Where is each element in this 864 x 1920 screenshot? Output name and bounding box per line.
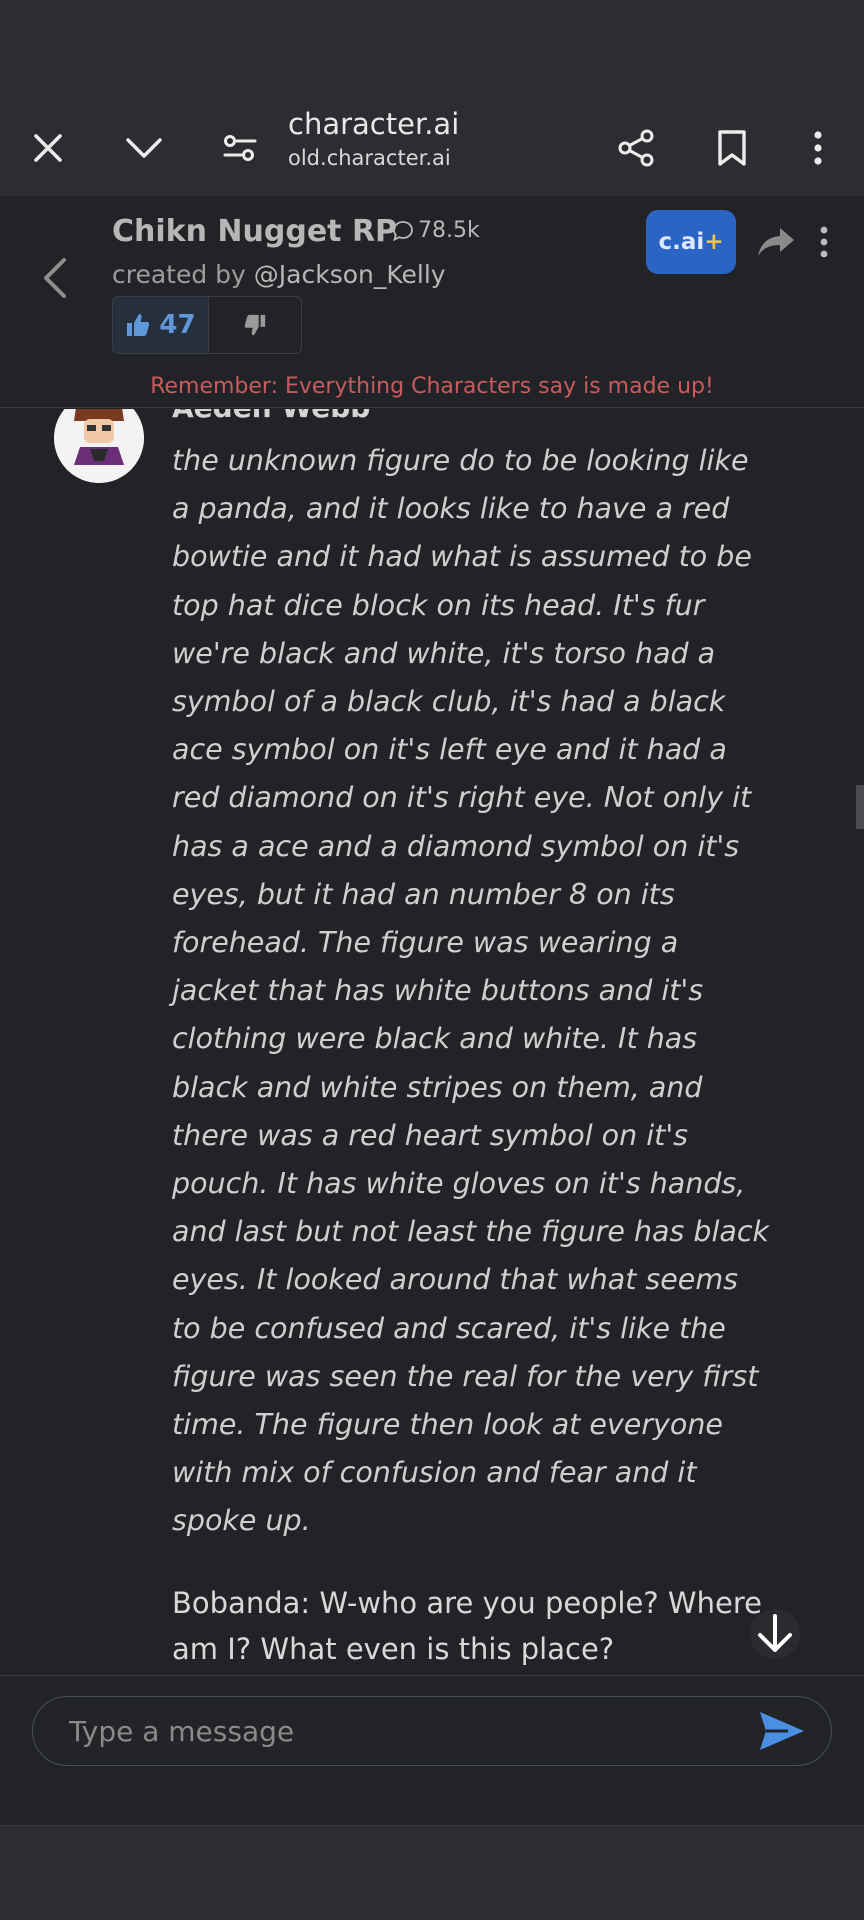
bookmark-icon[interactable] — [704, 120, 760, 176]
cai-plus-suffix: + — [704, 229, 724, 255]
address-bar[interactable]: character.ai old.character.ai — [288, 104, 459, 172]
page-settings-icon[interactable] — [212, 120, 268, 176]
creator-prefix: created by — [112, 260, 254, 289]
character-header: Chikn Nugget RP 78.5k created by @Jackso… — [0, 196, 864, 408]
message-italic-text: the unknown figure do to be looking like… — [172, 444, 770, 1538]
share-icon[interactable] — [608, 120, 664, 176]
page-title: character.ai — [288, 107, 460, 141]
cai-plus-label: c.ai — [658, 229, 705, 255]
system-nav-bar — [0, 1825, 864, 1920]
arrow-down-icon — [758, 1614, 792, 1652]
cai-plus-button[interactable]: c.ai + — [646, 210, 736, 274]
creator-handle[interactable]: @Jackson_Kelly — [254, 260, 446, 289]
vote-box: 47 — [112, 296, 302, 354]
disclaimer-text: Remember: Everything Characters say is m… — [150, 374, 714, 399]
dislike-button[interactable] — [209, 297, 301, 353]
share-arrow-icon[interactable] — [756, 226, 796, 258]
scrollbar-thumb[interactable] — [856, 785, 864, 829]
thumbs-down-icon — [244, 314, 266, 336]
message-body: the unknown figure do to be looking like… — [172, 437, 772, 1672]
chat-area[interactable]: Aeden Webb the unknown figure do to be l… — [0, 409, 864, 1675]
chat-count: 78.5k — [392, 218, 480, 243]
more-vert-icon[interactable] — [812, 224, 836, 260]
avatar[interactable] — [54, 409, 144, 483]
like-count: 47 — [159, 310, 196, 340]
character-name[interactable]: Chikn Nugget RP — [112, 214, 397, 249]
send-icon[interactable] — [758, 1710, 806, 1752]
chat-count-value: 78.5k — [418, 218, 480, 243]
like-button[interactable]: 47 — [113, 297, 209, 353]
chevron-down-icon[interactable] — [116, 120, 172, 176]
message-dialogue-text: Bobanda: W-who are you people? Where am … — [172, 1585, 762, 1666]
status-bar — [0, 0, 864, 100]
message-input[interactable] — [32, 1696, 832, 1766]
message-composer — [0, 1675, 864, 1825]
close-icon[interactable] — [20, 120, 76, 176]
sender-name: Aeden Webb — [172, 409, 370, 425]
scroll-to-bottom-button[interactable] — [750, 1609, 800, 1659]
back-arrow-icon[interactable] — [34, 256, 78, 300]
chat-bubble-icon — [393, 220, 413, 241]
creator-line: created by @Jackson_Kelly — [112, 260, 446, 289]
thumbs-up-icon — [127, 314, 150, 336]
more-vert-icon[interactable] — [790, 120, 846, 176]
browser-toolbar: character.ai old.character.ai — [0, 100, 864, 196]
page-url: old.character.ai — [288, 146, 451, 170]
